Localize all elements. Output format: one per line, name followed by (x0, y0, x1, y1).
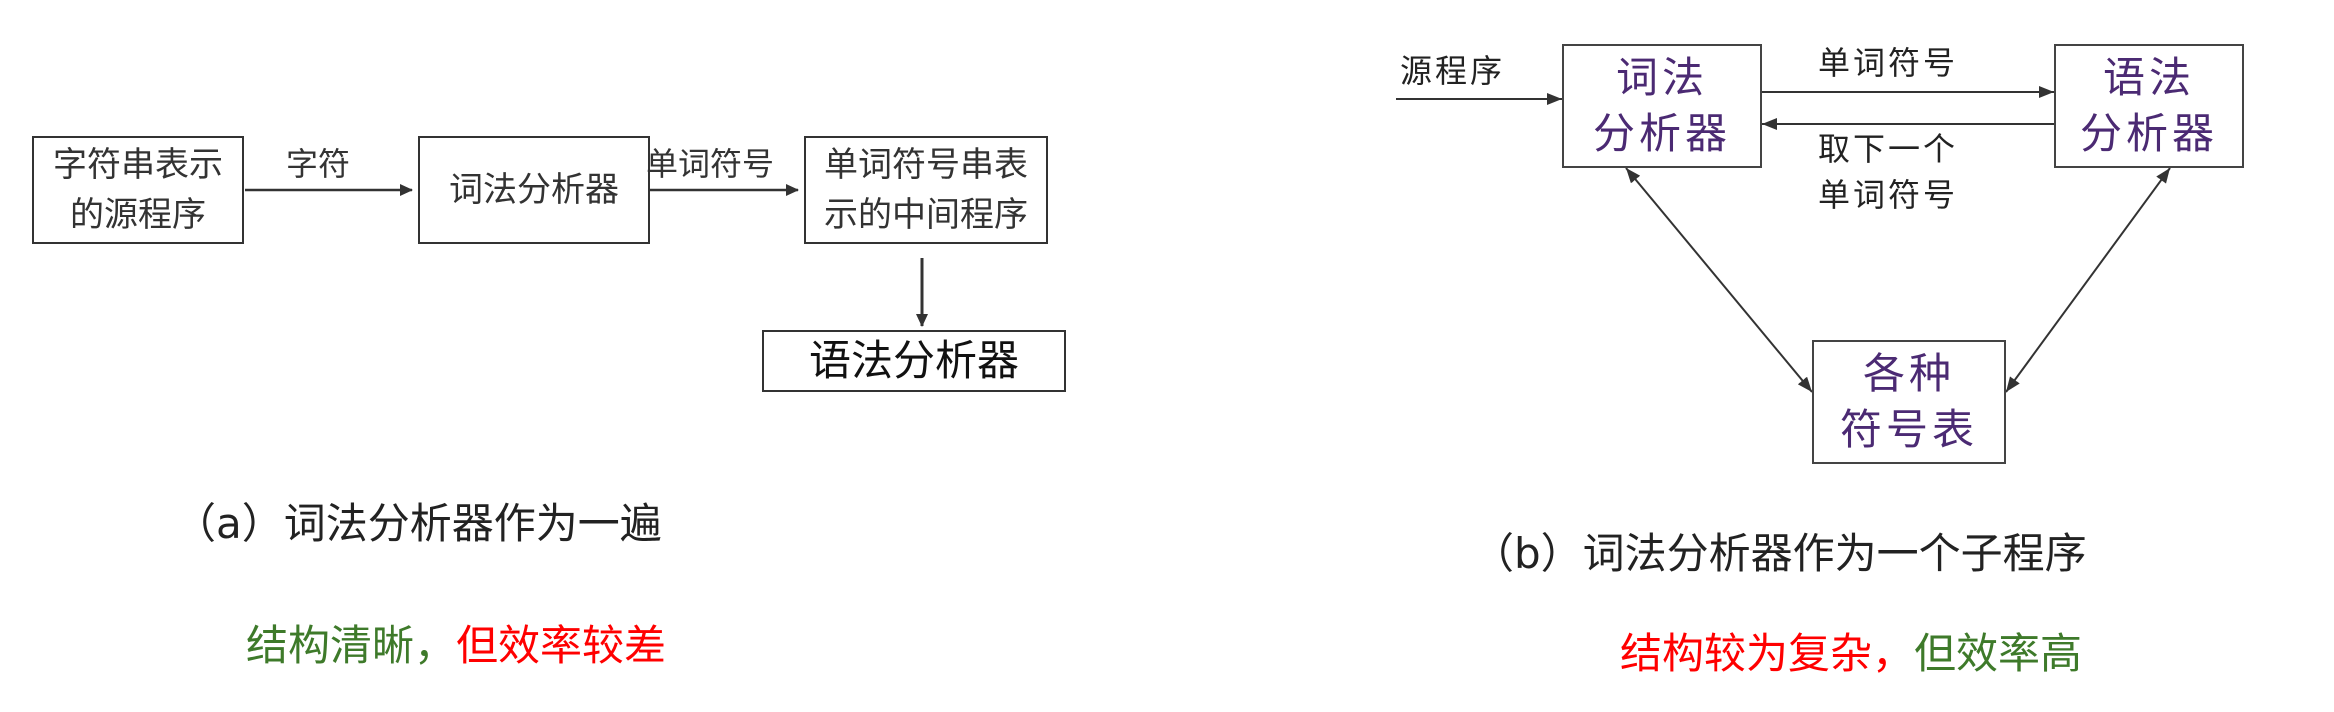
note-a: 结构清晰，但效率较差 (246, 620, 666, 672)
note-b: 结构较为复杂，但效率高 (1620, 628, 2082, 680)
note-a-bad: 但效率较差 (456, 621, 667, 670)
node-lexer-b: 词法 分析器 (1562, 44, 1762, 168)
edge-label-tokens-a: 单词符号 (646, 145, 775, 183)
node-symbol-tables: 各种 符号表 (1812, 340, 2006, 464)
edge-label-source-program: 源程序 (1400, 52, 1506, 90)
node-intermediate-program: 单词符号串表 示的中间程序 (804, 136, 1048, 244)
note-b-bad: 结构较为复杂， (1620, 629, 1915, 678)
note-a-good: 结构清晰， (246, 621, 457, 670)
node-lexer-a-label: 词法分析器 (449, 170, 619, 210)
node-intermediate-program-label: 单词符号串表 示的中间程序 (824, 145, 1028, 235)
node-lexer-b-label: 词法 分析器 (1592, 53, 1731, 158)
arrow-lexer-tables (1625, 167, 1813, 393)
node-parser-b: 语法 分析器 (2054, 44, 2244, 168)
node-parser-b-label: 语法 分析器 (2079, 53, 2218, 158)
caption-b: （b）词法分析器作为一个子程序 (1472, 529, 2087, 578)
node-parser-a: 语法分析器 (762, 330, 1066, 392)
node-lexer-a: 词法分析器 (418, 136, 650, 244)
node-symbol-tables-label: 各种 符号表 (1839, 349, 1978, 454)
node-source-string-program-label: 字符串表示 的源程序 (53, 145, 223, 235)
edge-label-chars: 字符 (286, 145, 351, 183)
node-source-string-program: 字符串表示 的源程序 (32, 136, 244, 244)
node-parser-a-label: 语法分析器 (808, 336, 1019, 385)
arrow-parser-tables (2005, 167, 2171, 393)
note-b-good: 但效率高 (1914, 629, 2083, 678)
edge-label-token-b: 单词符号 (1818, 44, 1959, 82)
edge-label-next-token: 取下一个 单词符号 (1818, 130, 1959, 214)
caption-a: （a）词法分析器作为一遍 (174, 499, 662, 548)
